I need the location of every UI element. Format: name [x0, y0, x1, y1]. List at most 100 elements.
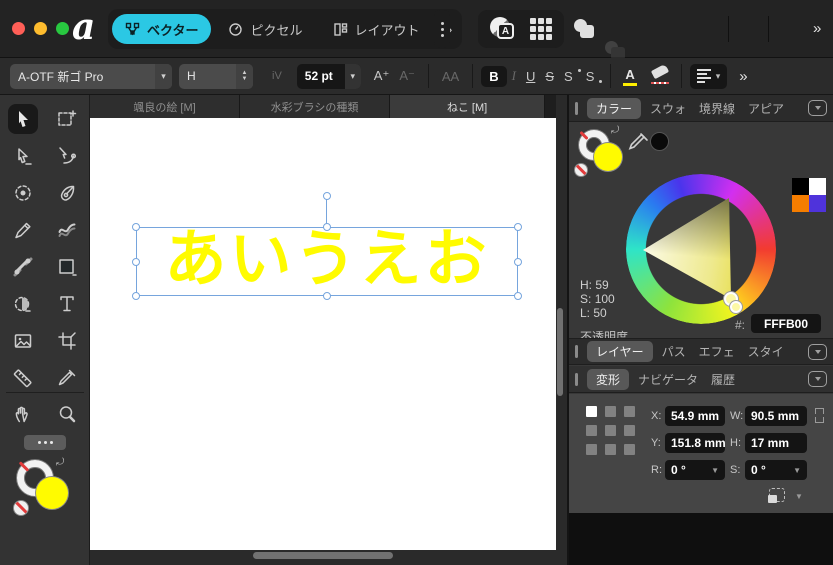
tab-layers[interactable]: レイヤー	[587, 341, 653, 362]
zoom-window-button[interactable]	[56, 22, 69, 35]
document-tab[interactable]: 水彩ブラシの種類	[240, 95, 390, 118]
swap-fill-stroke-icon[interactable]: ⤾	[56, 457, 64, 468]
color-picker-tool[interactable]	[52, 363, 82, 393]
panel-grip[interactable]	[575, 345, 578, 358]
context-overflow-chevron[interactable]: »	[739, 68, 747, 85]
swatch-purple[interactable]	[809, 195, 826, 212]
toolbar-menu-button[interactable]	[434, 10, 450, 48]
w-field[interactable]: 90.5 mm	[745, 406, 807, 426]
fill-stroke-selector[interactable]: ⤾	[14, 457, 76, 519]
selection-handle-sw[interactable]	[132, 292, 140, 300]
panel-options-button[interactable]	[808, 344, 827, 360]
panel-options-button[interactable]	[808, 371, 827, 387]
strikethrough-button[interactable]: S	[540, 67, 559, 86]
font-family-select[interactable]: A-OTF 新ゴ Pro ▾	[10, 64, 172, 89]
selection-brush-tool[interactable]	[8, 178, 38, 208]
selection-handle-nw[interactable]	[132, 223, 140, 231]
pixel-persona-tab[interactable]: ピクセル	[215, 14, 315, 44]
color-wheel[interactable]	[626, 174, 776, 324]
tab-history[interactable]: 履歴	[711, 371, 735, 388]
y-field[interactable]: 151.8 mm	[665, 433, 725, 453]
node-tool[interactable]	[8, 141, 38, 171]
measure-tool[interactable]	[8, 363, 38, 393]
rotation-handle[interactable]	[323, 192, 331, 200]
h-field[interactable]: 17 mm	[745, 433, 807, 453]
underline-button[interactable]: U	[521, 67, 540, 86]
tab-navigator[interactable]: ナビゲータ	[638, 371, 698, 388]
close-window-button[interactable]	[12, 22, 25, 35]
gradient-tool[interactable]	[8, 252, 38, 282]
boolean-add-icon[interactable]	[574, 18, 596, 40]
subscript-button[interactable]: S	[581, 67, 603, 86]
artboard-tool[interactable]	[52, 104, 82, 134]
tab-appearance[interactable]: アピア	[748, 100, 784, 117]
vertical-scrollbar[interactable]	[557, 308, 563, 396]
vector-crop-tool[interactable]	[52, 326, 82, 356]
selection-bounding-box[interactable]	[136, 227, 518, 296]
horizontal-scrollbar[interactable]	[253, 552, 393, 559]
fill-swatch-yellow[interactable]	[36, 477, 68, 509]
text-color-button[interactable]: A	[619, 66, 640, 86]
tab-effects[interactable]: エフェ	[699, 343, 735, 360]
text-tool[interactable]	[52, 289, 82, 319]
tab-styles[interactable]: スタイ	[748, 343, 784, 360]
grid-options-icon[interactable]	[530, 18, 552, 40]
panel-options-button[interactable]	[808, 100, 827, 116]
vector-persona-tab[interactable]: ベクター	[112, 14, 211, 44]
selection-handle-ne[interactable]	[514, 223, 522, 231]
tab-stroke[interactable]: 境界線	[699, 100, 735, 117]
hand-tool[interactable]	[8, 399, 38, 429]
hex-field[interactable]: FFFB00	[751, 314, 821, 333]
bold-button[interactable]: B	[481, 66, 506, 87]
pen-tool[interactable]	[52, 178, 82, 208]
canvas-area[interactable]: あいうえお	[90, 118, 567, 565]
superscript-button[interactable]: S	[559, 67, 581, 86]
corner-tool[interactable]	[52, 141, 82, 171]
eyedropper-icon[interactable]	[625, 130, 651, 156]
transform-origin-icon[interactable]	[769, 488, 785, 502]
panel-grip[interactable]	[575, 102, 578, 115]
no-color-swatch[interactable]	[14, 501, 28, 515]
selection-handle-s[interactable]	[323, 292, 331, 300]
zoom-tool[interactable]	[52, 399, 82, 429]
selection-handle-se[interactable]	[514, 292, 522, 300]
fill-swatch-yellow[interactable]	[594, 143, 622, 171]
place-image-tool[interactable]	[8, 326, 38, 356]
x-field[interactable]: 54.9 mm	[665, 406, 725, 426]
assets-studio-icon[interactable]: A	[490, 17, 516, 41]
layout-persona-tab[interactable]: レイアウト	[320, 14, 433, 44]
rotation-field[interactable]: 0 °▼	[665, 460, 725, 480]
document-page[interactable]: あいうえお	[90, 118, 556, 550]
tab-transform[interactable]: 変形	[587, 369, 629, 390]
pencil-tool[interactable]	[8, 215, 38, 245]
increase-font-size-button[interactable]: A⁺	[369, 66, 395, 86]
paragraph-align-button[interactable]: ▾	[690, 64, 728, 89]
swatch-orange[interactable]	[792, 195, 809, 212]
document-tab-active[interactable]: ねこ [M]	[390, 95, 545, 118]
vector-brush-tool[interactable]	[52, 215, 82, 245]
font-size-field[interactable]: 52 pt ▾	[297, 64, 361, 89]
document-tab[interactable]: 颯良の絵 [M]	[90, 95, 240, 118]
swap-fill-stroke-icon[interactable]: ⤾	[611, 125, 619, 136]
tab-swatches[interactable]: スウォ	[650, 100, 686, 117]
hue-selector[interactable]	[730, 301, 742, 313]
minimize-window-button[interactable]	[34, 22, 47, 35]
decrease-font-size-button[interactable]: A⁻	[394, 66, 420, 86]
tab-paths[interactable]: パス	[662, 343, 686, 360]
highlight-brush-icon[interactable]	[649, 66, 673, 86]
font-weight-select[interactable]: H ▲▼	[179, 64, 253, 89]
toolbar-overflow-chevron[interactable]: »	[813, 20, 821, 37]
transparency-tool[interactable]	[8, 289, 38, 319]
anchor-point-selector[interactable]	[586, 406, 635, 455]
no-color-swatch[interactable]	[575, 164, 587, 176]
italic-button[interactable]: I	[507, 66, 521, 86]
swatch-white[interactable]	[809, 178, 826, 195]
chevron-down-icon[interactable]: ▼	[795, 492, 803, 501]
rectangle-tool[interactable]	[52, 252, 82, 282]
swatch-black[interactable]	[792, 178, 809, 195]
more-tools-button[interactable]	[24, 435, 66, 450]
link-dimensions-icon[interactable]	[815, 408, 824, 423]
selection-handle-w[interactable]	[132, 258, 140, 266]
color-fill-stroke-selector[interactable]: ⤾	[577, 128, 627, 178]
panel-grip[interactable]	[575, 373, 578, 386]
